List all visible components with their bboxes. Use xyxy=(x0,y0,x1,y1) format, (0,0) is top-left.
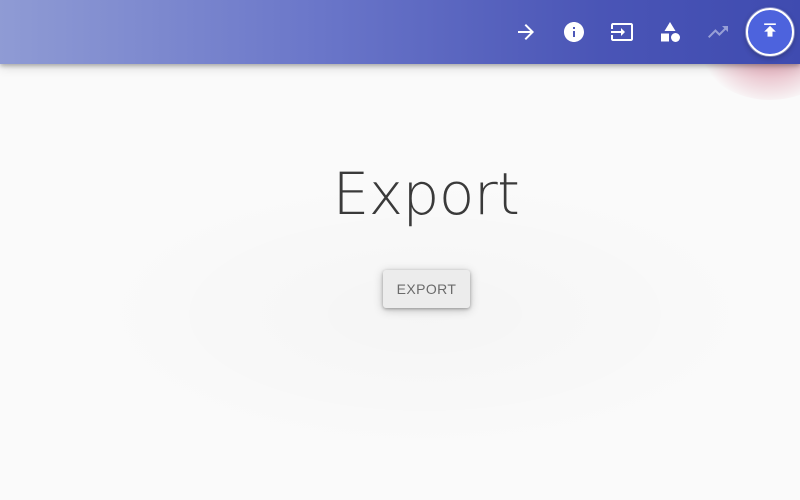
page-title: Export xyxy=(332,160,520,228)
info-icon xyxy=(562,20,586,44)
input-button[interactable] xyxy=(598,8,646,56)
arrow-right-button[interactable] xyxy=(502,8,550,56)
shapes-button[interactable] xyxy=(646,8,694,56)
shapes-icon xyxy=(658,20,682,44)
toolbar xyxy=(502,0,800,64)
arrow-right-icon xyxy=(514,20,538,44)
export-button[interactable]: EXPORT xyxy=(383,270,470,308)
info-button[interactable] xyxy=(550,8,598,56)
app-window: Export EXPORT xyxy=(0,0,800,500)
input-icon xyxy=(610,20,634,44)
publish-fab-button[interactable] xyxy=(746,8,794,56)
trending-icon xyxy=(706,20,730,44)
trending-button[interactable] xyxy=(694,8,742,56)
publish-icon xyxy=(760,20,780,45)
main-content: Export EXPORT xyxy=(0,64,800,500)
